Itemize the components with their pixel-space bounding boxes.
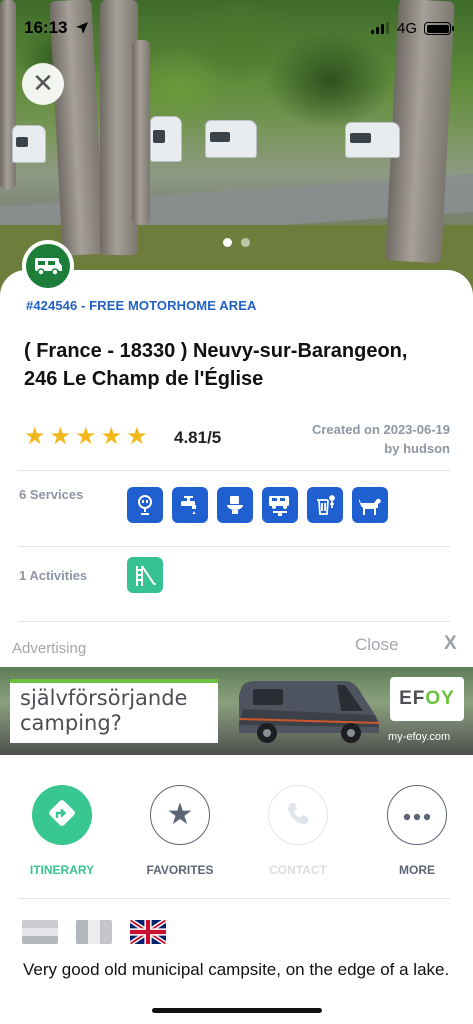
divider [18,621,450,622]
language-flags [22,920,166,944]
divider [18,898,450,899]
photo-motorhome [345,122,400,158]
carousel-dot[interactable] [223,238,232,247]
photo-motorhome [205,120,257,158]
photo-motorhome [12,125,46,163]
rating-row[interactable]: ★ ★ ★ ★ ★ 4.81/5 Created on 2023-06-19 b… [24,420,450,460]
ad-close-button[interactable]: Close [355,635,398,655]
address-line: ( France - 18330 ) Neuvy-sur-Barangeon, [24,340,408,362]
ad-banner[interactable]: självförsörjande camping? EF OY my-efoy.c… [0,667,473,755]
status-bar: 16:13 4G [0,0,473,54]
more-circle [387,785,447,845]
flag-gray-vertical-icon[interactable] [76,920,112,944]
itinerary-circle [32,785,92,845]
signal-icon [371,22,389,34]
star-icon: ★ [126,422,148,450]
star-icon: ★ [49,422,72,450]
dog-icon[interactable] [352,487,388,523]
listing-address: ( France - 18330 ) Neuvy-sur-Barangeon, … [24,337,454,393]
star-icon: ★ [100,422,123,450]
rating-stars: ★ ★ ★ ★ ★ [24,424,148,448]
status-time: 16:13 [24,18,68,37]
directions-icon [45,796,79,834]
home-indicator[interactable] [152,1008,322,1013]
action-bar: ITINERARY ★ FAVORITES CONTACT MORE [0,785,473,885]
electricity-icon[interactable] [127,487,163,523]
ad-headline-line: camping? [20,711,122,735]
ad-brand-logo: EF OY [390,677,464,721]
trash-bin-icon[interactable] [307,487,343,523]
phone-icon [285,800,311,830]
created-author: by hudson [384,441,450,456]
flag-gray-icon[interactable] [22,920,58,944]
star-icon: ★ [75,422,97,450]
listing-type-badge [22,240,74,292]
playground-slide-icon[interactable] [127,557,163,593]
activities-label: 1 Activities [19,568,88,583]
star-icon: ★ [24,422,46,450]
close-icon: ✕ [32,69,54,99]
favorites-label: FAVORITES [146,863,214,877]
photo-motorhome [150,116,182,162]
favorites-circle: ★ [150,785,210,845]
close-button[interactable]: ✕ [22,63,64,105]
ad-headline: självförsörjande camping? [10,679,218,743]
more-label: MORE [399,863,435,877]
carousel-dots [0,238,473,247]
ad-headline-line: självförsörjande [20,686,188,710]
ad-brand-text: EF [399,688,426,709]
motorhome-icon [26,244,70,288]
toilet-icon[interactable] [217,487,253,523]
more-button[interactable]: MORE [367,785,467,877]
photo-tree-trunk [132,40,150,225]
flag-uk-icon[interactable] [130,920,166,944]
itinerary-button[interactable]: ITINERARY [12,785,112,877]
contact-button[interactable]: CONTACT [248,785,348,877]
services-icons [127,487,388,523]
services-label: 6 Services [19,487,84,502]
more-dots-icon [402,806,432,825]
address-line: 246 Le Champ de l'Église [24,368,264,390]
location-arrow-icon [75,20,89,39]
network-type: 4G [397,20,418,37]
created-date: Created on 2023-06-19 [311,422,450,437]
created-info: Created on 2023-06-19 by hudson [312,420,450,458]
listing-description: Very good old municipal campsite, on the… [23,960,450,979]
ad-label: Advertising [12,640,87,657]
motorhome-dump-icon[interactable] [262,487,298,523]
contact-label: CONTACT [269,863,327,877]
rating-score: 4.81/5 [174,428,222,447]
divider [18,470,450,471]
itinerary-label: ITINERARY [29,863,95,877]
ad-brand-accent: OY [425,688,455,709]
ad-close-x[interactable]: X [444,633,457,655]
carousel-dot[interactable] [241,238,250,247]
ad-url: my-efoy.com [388,731,451,743]
favorites-button[interactable]: ★ FAVORITES [130,785,230,877]
water-tap-icon[interactable] [172,487,208,523]
battery-icon [424,22,454,35]
contact-circle [268,785,328,845]
ad-van-image [238,681,380,743]
activities-icons [127,557,163,593]
listing-reference: #424546 - FREE MOTORHOME AREA [26,298,257,313]
divider [18,546,450,547]
star-icon: ★ [166,797,194,832]
